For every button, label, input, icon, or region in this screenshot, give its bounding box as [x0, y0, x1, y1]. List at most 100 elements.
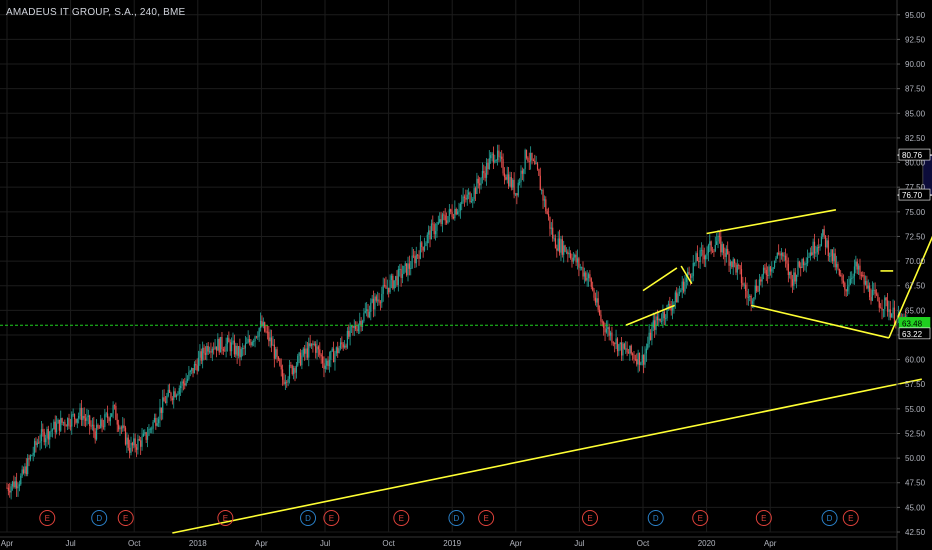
- candle-body: [350, 325, 353, 327]
- price-label: 63.22: [902, 330, 923, 339]
- candle-body: [524, 150, 526, 170]
- candle-body: [695, 253, 697, 263]
- candle-body: [676, 292, 678, 303]
- candle-body: [341, 342, 343, 345]
- candle-body: [35, 441, 37, 446]
- candle-body: [448, 209, 450, 217]
- candle-body: [490, 155, 492, 159]
- candle-body: [182, 381, 184, 384]
- candle-body: [349, 326, 351, 337]
- candle-body: [789, 271, 791, 276]
- candle-body: [348, 331, 350, 337]
- candle-body: [371, 298, 373, 303]
- candle-body: [364, 311, 366, 313]
- candle-body: [835, 264, 838, 268]
- price-chart[interactable]: EDEEDEEDEEDEEDEE 42.5045.0047.5050.0052.…: [0, 0, 932, 550]
- y-tick-label: 92.50: [905, 35, 926, 44]
- candle-body: [618, 344, 620, 352]
- candle-body: [546, 211, 548, 214]
- candle-body: [408, 263, 410, 269]
- candle-body: [585, 272, 587, 281]
- candle-body: [885, 297, 887, 301]
- candle-body: [236, 345, 238, 356]
- candle-body: [287, 378, 289, 383]
- candle-body: [54, 421, 56, 433]
- candle-body: [46, 428, 48, 439]
- x-tick-label: Oct: [128, 539, 141, 548]
- candle-body: [870, 297, 872, 301]
- candle-body: [597, 298, 599, 310]
- candle-body: [636, 359, 638, 365]
- candle-body: [793, 272, 795, 286]
- candle-body: [824, 235, 827, 248]
- candle-body: [353, 325, 355, 328]
- candle-body: [746, 290, 748, 298]
- candle-body: [541, 190, 543, 191]
- candle-body: [565, 251, 568, 253]
- candle-body: [269, 337, 271, 342]
- candle-body: [129, 447, 131, 453]
- candle-body: [738, 264, 740, 266]
- candle-body: [243, 348, 245, 349]
- candle-body: [485, 162, 488, 178]
- candle-body: [331, 348, 333, 351]
- candle-body: [138, 439, 140, 441]
- candle-body: [660, 320, 663, 322]
- candle-body: [609, 332, 612, 336]
- candle-body: [749, 295, 751, 298]
- candle-body: [79, 407, 81, 416]
- candle-body: [696, 253, 698, 261]
- candle-body: [700, 250, 703, 251]
- candle-body: [308, 343, 310, 358]
- candle-body: [193, 364, 196, 374]
- candle-body: [570, 253, 572, 259]
- candle-body: [355, 325, 357, 330]
- candle-body: [67, 418, 69, 427]
- candle-body: [232, 340, 234, 343]
- candle-body: [202, 347, 204, 361]
- candle-body: [24, 466, 26, 474]
- candle-body: [605, 329, 608, 333]
- candle-body: [455, 208, 457, 215]
- candle-body: [270, 337, 273, 346]
- candle-body: [578, 258, 580, 268]
- candle-body: [583, 272, 585, 277]
- candle-body: [294, 368, 296, 373]
- candle-body: [764, 267, 766, 270]
- candle-body: [494, 160, 496, 163]
- candle-body: [680, 289, 682, 292]
- candle-body: [637, 352, 639, 365]
- candle-body: [527, 157, 529, 161]
- candle-body: [178, 388, 180, 395]
- candle-body: [401, 273, 404, 278]
- y-tick-label: 50.00: [905, 454, 926, 463]
- candle-body: [414, 256, 416, 264]
- candle-body: [633, 354, 635, 359]
- candle-body: [11, 481, 14, 487]
- candle-body: [60, 418, 62, 431]
- candle-body: [852, 276, 854, 279]
- candle-body: [265, 331, 267, 333]
- candle-body: [869, 285, 871, 298]
- candle-body: [450, 209, 452, 212]
- candle-body: [68, 418, 70, 426]
- candle-body: [102, 426, 105, 428]
- candle-body: [83, 415, 85, 419]
- price-label: 63.48: [902, 319, 923, 328]
- candle-body: [189, 370, 191, 373]
- y-tick-label: 65.00: [905, 306, 926, 315]
- candle-body: [441, 214, 444, 224]
- candle-body: [94, 431, 96, 440]
- candle-body: [563, 245, 565, 255]
- candle-body: [622, 343, 624, 356]
- candle-body: [425, 243, 427, 247]
- candle-body: [875, 293, 878, 295]
- event-label: D: [827, 514, 833, 523]
- y-tick-label: 72.50: [905, 232, 926, 241]
- candle-body: [185, 380, 187, 386]
- candle-body: [831, 249, 834, 262]
- candle-body: [407, 263, 409, 276]
- candle-body: [228, 337, 230, 343]
- candle-body: [882, 309, 885, 311]
- candle-body: [330, 350, 332, 360]
